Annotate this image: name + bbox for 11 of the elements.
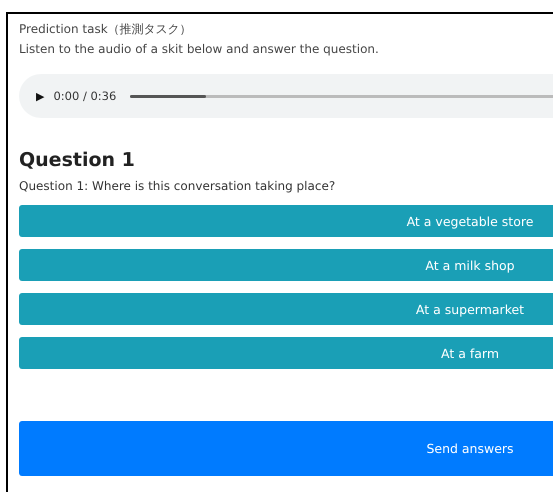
question-heading: Question 1 — [19, 148, 136, 172]
play-button[interactable]: ▶ — [36, 90, 44, 102]
task-title: Prediction task（推測タスク） — [19, 21, 193, 38]
answer-button[interactable]: At a milk shop — [19, 249, 553, 281]
instruction-text: Listen to the audio of a skit below and answer the question. — [19, 41, 380, 58]
question-text: Question 1: Where is this conversation taking place? — [19, 178, 336, 194]
answer-button[interactable]: At a farm — [19, 337, 553, 369]
answer-button[interactable]: At a vegetable store — [19, 205, 553, 237]
send-answers-button[interactable]: Send answers — [19, 421, 553, 476]
answer-button[interactable]: At a supermarket — [19, 293, 553, 325]
time-display: 0:00 / 0:36 — [53, 89, 116, 103]
